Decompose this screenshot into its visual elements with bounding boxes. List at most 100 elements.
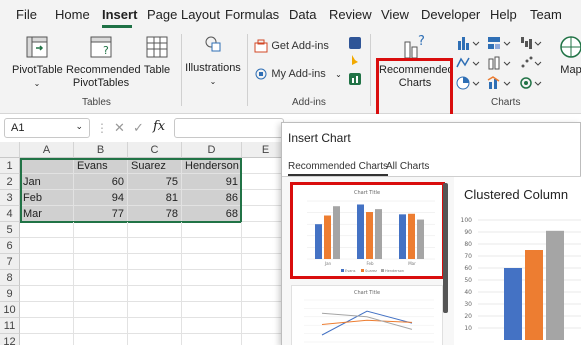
insert-function-icon[interactable]: fx (153, 119, 165, 134)
thumb-bar (417, 219, 424, 259)
row-header[interactable]: 12 (0, 334, 20, 345)
table-button[interactable]: Table (140, 34, 174, 77)
cell[interactable] (20, 302, 74, 318)
row-header[interactable]: 4 (0, 206, 20, 222)
preview-bar (504, 268, 522, 340)
tab-data[interactable]: Data (289, 7, 316, 22)
maps-button[interactable]: Map (556, 34, 581, 77)
line-chart-thumbnail[interactable]: Chart Title (291, 285, 443, 345)
cell[interactable] (182, 286, 242, 302)
my-addins-button[interactable]: My Add-ins ⌄ (254, 66, 342, 81)
cell[interactable] (20, 270, 74, 286)
scatter-chart-button[interactable] (520, 55, 544, 74)
cell[interactable] (74, 302, 128, 318)
column-header[interactable]: A (20, 142, 74, 158)
row-header[interactable]: 6 (0, 238, 20, 254)
cell[interactable] (128, 286, 182, 302)
thumbnail-scrollbar[interactable] (443, 183, 448, 313)
cell[interactable] (128, 222, 182, 238)
recommended-pivottables-button[interactable]: ? Recommended PivotTables (66, 34, 141, 90)
clustered-column-thumbnail[interactable]: Chart Title Jan Feb Mar Evans Suarez Henderson (290, 182, 445, 279)
cell[interactable] (20, 334, 74, 345)
tab-recommended-charts[interactable]: Recommended Charts (288, 161, 389, 176)
cell[interactable] (74, 334, 128, 345)
cell[interactable] (128, 334, 182, 345)
tab-page-layout[interactable]: Page Layout (147, 7, 220, 22)
hierarchy-chart-button[interactable] (487, 35, 513, 54)
cell[interactable] (74, 270, 128, 286)
tab-review[interactable]: Review (329, 7, 372, 22)
tab-team[interactable]: Team (530, 7, 562, 22)
combo-chart-button[interactable] (487, 75, 513, 94)
cell[interactable] (20, 318, 74, 334)
name-box[interactable]: A1 ⌄ (4, 118, 90, 138)
preview-y-tick-label: 50 (464, 277, 472, 284)
hierarchy-chart-icon (488, 37, 500, 49)
people-graph-icon[interactable] (348, 72, 362, 89)
chart-preview-pane: Clustered Column 100 90 80 70 60 50 40 30 20 10 (454, 177, 581, 345)
get-addins-button[interactable]: Get Add-ins (254, 38, 329, 53)
cell[interactable] (74, 238, 128, 254)
cell[interactable] (182, 222, 242, 238)
row-header[interactable]: 11 (0, 318, 20, 334)
tab-file[interactable]: File (16, 7, 37, 22)
cell[interactable] (20, 286, 74, 302)
row-header[interactable]: 5 (0, 222, 20, 238)
cell[interactable] (182, 318, 242, 334)
cell[interactable] (128, 254, 182, 270)
pivottable-button[interactable]: PivotTable ⌄ (12, 34, 63, 90)
surface-chart-button[interactable] (520, 75, 544, 94)
select-all-corner[interactable] (0, 142, 20, 158)
clustered-column-preview-chart: 100 90 80 70 60 50 40 30 20 10 (461, 217, 581, 340)
waterfall-chart-button[interactable] (520, 35, 544, 54)
cell[interactable] (74, 286, 128, 302)
tab-insert[interactable]: Insert (102, 7, 137, 22)
column-chart-button[interactable] (456, 35, 482, 54)
formula-input[interactable] (174, 118, 284, 138)
enter-icon[interactable]: ✓ (133, 120, 144, 136)
cell[interactable] (182, 334, 242, 345)
column-header[interactable]: B (74, 142, 128, 158)
row-header[interactable]: 7 (0, 254, 20, 270)
tab-help[interactable]: Help (490, 7, 517, 22)
cell[interactable] (128, 302, 182, 318)
tab-formulas[interactable]: Formulas (225, 7, 279, 22)
row-header[interactable]: 2 (0, 174, 20, 190)
thumb-chart-title: Chart Title (354, 190, 380, 196)
row-header[interactable]: 9 (0, 286, 20, 302)
cell[interactable] (182, 238, 242, 254)
visio-icon[interactable] (348, 36, 362, 53)
cancel-icon[interactable]: ✕ (114, 120, 125, 136)
tab-developer[interactable]: Developer (421, 7, 480, 22)
cell[interactable] (128, 238, 182, 254)
cell[interactable] (74, 254, 128, 270)
row-header[interactable]: 3 (0, 190, 20, 206)
tab-home[interactable]: Home (55, 7, 90, 22)
cell[interactable] (20, 254, 74, 270)
row-header[interactable]: 10 (0, 302, 20, 318)
cell[interactable] (182, 302, 242, 318)
cell[interactable] (74, 318, 128, 334)
chevron-down-icon[interactable]: ⌄ (75, 121, 83, 132)
statistic-chart-button[interactable] (487, 55, 513, 74)
tab-all-charts[interactable]: All Charts (386, 161, 429, 172)
row-header[interactable]: 1 (0, 158, 20, 174)
cell[interactable] (128, 270, 182, 286)
cell[interactable] (182, 254, 242, 270)
recommended-pivottables-label-2: PivotTables (72, 77, 130, 89)
preview-y-tick-label: 10 (464, 325, 472, 332)
cell[interactable] (20, 238, 74, 254)
column-header[interactable]: C (128, 142, 182, 158)
line-chart-icon (456, 57, 470, 68)
pie-chart-button[interactable] (456, 75, 482, 94)
cell[interactable] (182, 270, 242, 286)
bing-maps-icon[interactable] (348, 54, 362, 71)
tab-view[interactable]: View (381, 7, 409, 22)
cell[interactable] (20, 222, 74, 238)
column-header[interactable]: D (182, 142, 242, 158)
illustrations-button[interactable]: Illustrations ⌄ (184, 34, 242, 88)
row-header[interactable]: 8 (0, 270, 20, 286)
line-chart-button[interactable] (456, 55, 482, 74)
cell[interactable] (74, 222, 128, 238)
cell[interactable] (128, 318, 182, 334)
